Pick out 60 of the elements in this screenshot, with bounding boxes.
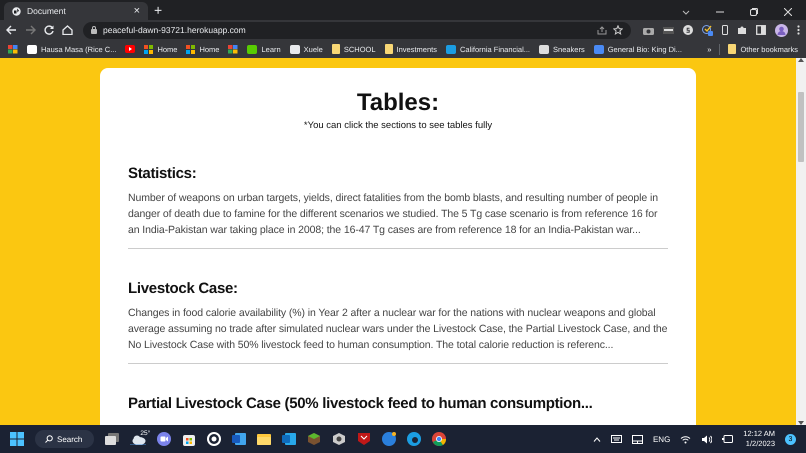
section-heading[interactable]: Partial Livestock Case (50% livestock feed to human consumption... [128, 392, 668, 416]
site-icon [247, 44, 258, 54]
chevron-down-icon[interactable] [682, 10, 690, 14]
dollar-coin-icon[interactable] [683, 25, 693, 35]
lock-icon [91, 26, 97, 34]
grass-block-icon[interactable] [307, 432, 322, 446]
ring-icon[interactable] [207, 432, 222, 446]
address-bar[interactable]: peaceful-dawn-93721.herokuapp.com [83, 22, 631, 38]
more-menu-icon[interactable] [797, 25, 800, 35]
camera-icon[interactable] [643, 26, 654, 34]
battery-icon[interactable] [722, 435, 734, 443]
home-icon[interactable] [62, 25, 73, 35]
site-icon [539, 44, 550, 54]
touchpad-icon[interactable] [632, 434, 643, 444]
close-tab-button[interactable]: × [134, 5, 140, 17]
restore-icon[interactable] [750, 8, 758, 16]
video-chat-icon[interactable] [157, 432, 172, 446]
store-bag-icon[interactable] [182, 432, 196, 446]
folder-icon [384, 44, 393, 54]
taskbar-search[interactable]: Search [35, 430, 94, 448]
reload-icon[interactable] [44, 25, 54, 35]
play-icon [125, 44, 136, 54]
task-view-icon[interactable] [105, 433, 120, 445]
site-icon [446, 44, 456, 54]
folder-icon [332, 44, 340, 54]
site-icon [594, 44, 604, 54]
hint-text: *You can click the sections to see tables fully [302, 120, 494, 132]
star-icon[interactable] [613, 25, 623, 35]
close-icon[interactable] [784, 8, 792, 16]
site-icon [290, 44, 300, 54]
checkmark-badge-icon[interactable] [702, 24, 713, 36]
section-heading[interactable]: Livestock Case: [128, 277, 668, 301]
cloud-icon[interactable] [130, 434, 146, 444]
bookmark-icon-link[interactable] [125, 44, 136, 54]
keyboard-icon[interactable] [610, 435, 622, 443]
browser-tab[interactable]: Document × [4, 2, 148, 20]
section-summary[interactable]: Changes in food calorie availability (%) in Year 2 after a nuclear war for the nations with nuclear weapons and global average assuming no trade after simulated nuclear wars under the Livestock Case, the Partial Livestock Case, and the No Livestock Case with 50% livestock feed to human consumption. The total calorie reduction is referenc... [128, 305, 668, 364]
section-summary[interactable]: Number of weapons on urban targets, yields, direct fatalities from the bomb blasts, and resulting number of people in danger of death due to famine for the different scenarios we studied. The 5 Tg case scenario is from reference 16 for an India-Pakistan war taking place in 2008; the 16-47 Tg cases are from reference 18 for an India-Pakistan war... [128, 190, 668, 249]
section-heading[interactable]: Statistics: [128, 162, 668, 186]
hexagon-icon[interactable] [332, 432, 346, 446]
share-icon[interactable] [597, 26, 607, 34]
language-indicator[interactable]: ENG [652, 434, 670, 444]
speaker-icon[interactable] [701, 434, 712, 444]
folder-icon[interactable] [257, 432, 272, 446]
new-tab-button[interactable]: + [154, 2, 162, 18]
globe-icon [12, 6, 21, 16]
site-icon [27, 44, 37, 54]
back-icon[interactable] [6, 25, 17, 35]
wifi-icon[interactable] [680, 434, 692, 444]
folder-icon [728, 44, 736, 54]
phone-icon[interactable] [722, 25, 728, 35]
shield-icon[interactable] [357, 432, 372, 446]
side-panel-icon[interactable] [756, 25, 766, 35]
tab-title: Document [27, 6, 67, 16]
chevron-up-icon[interactable] [592, 436, 601, 442]
search-icon [45, 435, 53, 443]
avatar-icon[interactable] [775, 24, 788, 36]
page-title: Tables: [356, 90, 440, 116]
forward-icon[interactable] [25, 25, 36, 35]
scrollbar-thumb[interactable] [798, 92, 804, 162]
